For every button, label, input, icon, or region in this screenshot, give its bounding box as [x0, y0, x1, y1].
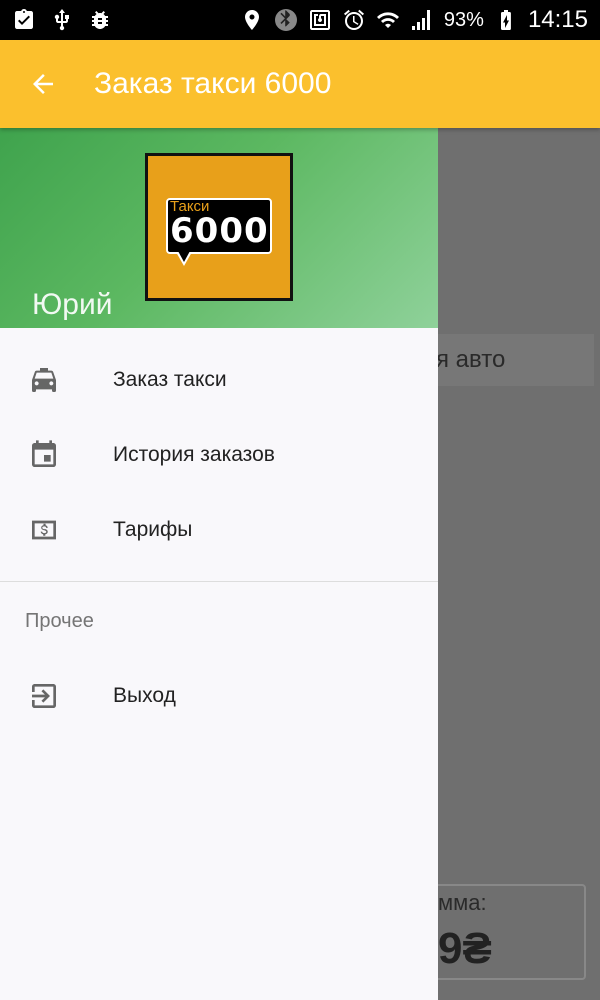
drawer-header: Такси 6000 Юрий [0, 128, 438, 328]
toolbar-title: Заказ такси 6000 [94, 67, 332, 100]
exit-icon [0, 680, 113, 712]
menu-item-label: Выход [113, 683, 176, 707]
menu-item-label: История заказов [113, 442, 275, 466]
location-icon [240, 8, 264, 32]
user-name: Юрий [32, 288, 113, 321]
signal-icon [410, 8, 434, 32]
menu-item-label: Тарифы [113, 517, 193, 541]
wifi-icon [376, 8, 400, 32]
sum-value: 9₴ [438, 924, 492, 973]
usb-icon [50, 8, 74, 32]
logo-big-text: 6000 [170, 211, 269, 251]
alarm-icon [342, 8, 366, 32]
app-logo: Такси 6000 [145, 153, 293, 301]
status-bar: 93% 14:15 [0, 0, 600, 40]
menu-item-tariffs[interactable]: Тарифы [0, 492, 438, 567]
clock-time: 14:15 [527, 6, 588, 33]
battery-percent: 93% [443, 8, 484, 31]
nfc-icon [308, 8, 332, 32]
menu-item-order-history[interactable]: История заказов [0, 417, 438, 492]
back-button[interactable] [0, 40, 86, 128]
clipboard-check-icon [12, 8, 36, 32]
sum-label: мма: [438, 890, 487, 915]
arrow-back-icon [33, 74, 53, 94]
taxi-icon [0, 364, 113, 396]
section-title-other: Прочее [25, 610, 94, 632]
menu-item-order-taxi[interactable]: Заказ такси [0, 342, 438, 417]
drawer-menu: Заказ такси История заказов Тарифы Проче… [0, 328, 438, 733]
bug-icon [88, 8, 112, 32]
bluetooth-icon [274, 8, 298, 32]
menu-item-logout[interactable]: Выход [0, 658, 438, 733]
navigation-drawer: Такси 6000 Юрий Заказ такси История зака… [0, 128, 438, 1000]
menu-item-label: Заказ такси [113, 367, 227, 391]
battery-charging-icon [494, 8, 518, 32]
app-toolbar: Заказ такси 6000 [0, 40, 600, 128]
dollar-icon [0, 514, 113, 546]
calendar-icon [0, 439, 113, 471]
